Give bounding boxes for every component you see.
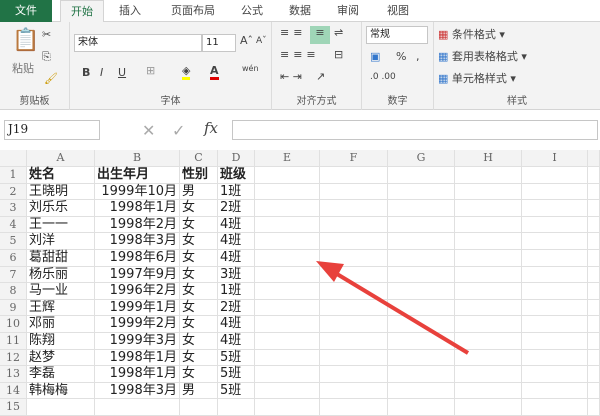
cell[interactable]: [455, 399, 522, 416]
arrow-head-icon: [316, 261, 344, 282]
cell[interactable]: [522, 399, 588, 416]
annotation-arrow: [316, 261, 470, 355]
cell[interactable]: [218, 399, 255, 416]
cell[interactable]: [95, 399, 180, 416]
arrow-shaft: [330, 269, 470, 355]
cell[interactable]: [388, 399, 455, 416]
cell[interactable]: [320, 399, 388, 416]
row-header[interactable]: 15: [0, 399, 27, 416]
cell[interactable]: [588, 399, 600, 416]
cell[interactable]: [180, 399, 218, 416]
cell[interactable]: [255, 399, 320, 416]
cell[interactable]: [27, 399, 95, 416]
